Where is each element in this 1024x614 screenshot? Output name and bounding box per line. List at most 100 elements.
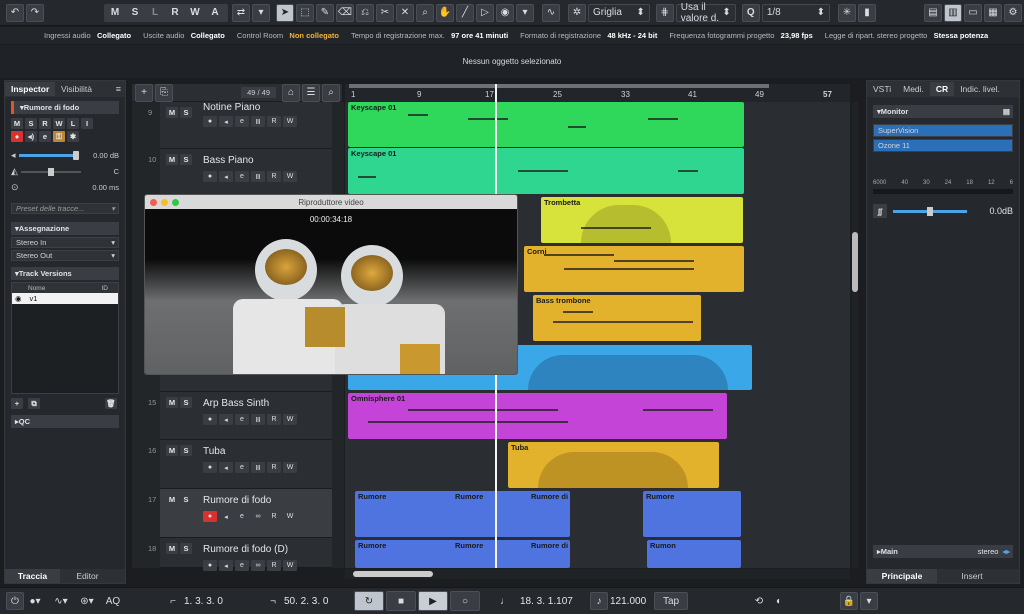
color-tool-icon[interactable]: ◉ [496, 3, 514, 22]
audio-clip[interactable]: Rumore Rumore Rumore di [355, 491, 570, 537]
left-locator-icon[interactable]: ⌐ [164, 592, 182, 610]
audio-clip[interactable]: Rumore Rumore Rumore di [355, 540, 570, 568]
track-row-selected[interactable]: 17 MS Rumore di fodo ● ◂ e ∞ R W [148, 489, 332, 538]
read-button[interactable]: R [267, 414, 281, 425]
lock-icon[interactable]: 🔒 [840, 592, 858, 610]
vertical-scrollbar[interactable] [852, 102, 858, 568]
right-locator-icon[interactable]: ¬ [264, 592, 282, 610]
read-button[interactable]: R [267, 462, 281, 473]
add-track-icon[interactable]: + [135, 83, 153, 102]
quantize-button[interactable]: Q [741, 3, 760, 22]
erase-tool-icon[interactable]: ⌫ [336, 3, 354, 22]
follow-icon[interactable]: ⇄ [232, 3, 250, 22]
r-button[interactable]: R [166, 4, 184, 22]
monitor-icon[interactable]: ◂ [219, 560, 233, 571]
stop-icon[interactable]: ■ [386, 591, 416, 611]
play-icon[interactable]: ▶ [418, 591, 448, 611]
midi-clip[interactable]: Keyscape 01 [348, 148, 744, 194]
link-icon[interactable]: ∞ [251, 560, 265, 571]
track-mute-button[interactable]: M [166, 543, 178, 554]
redo-icon[interactable]: ↷ [26, 3, 44, 22]
record-icon[interactable]: ○ [450, 591, 480, 611]
tab-vsti[interactable]: VSTi [867, 82, 897, 96]
track-name[interactable]: Rumore di fodo [203, 495, 271, 506]
rec-icon[interactable]: ● [203, 560, 217, 571]
snap-icon[interactable]: ✲ [568, 3, 586, 22]
list-icon[interactable]: ☰ [302, 83, 320, 102]
palette-icon[interactable]: ✳ [838, 3, 856, 22]
line-tool-icon[interactable]: ╱ [456, 3, 474, 22]
inspector-lock-button[interactable]: L [67, 118, 79, 129]
tab-visibility[interactable]: Visibilità [55, 82, 98, 96]
monitor-icon[interactable]: ◂ [219, 511, 233, 522]
right-locator[interactable]: 50. 2. 3. 0 [284, 596, 354, 607]
instrument-icon[interactable]: Ⅲ [251, 462, 265, 473]
quantize-mode-select[interactable]: Usa il valore d. ⬍ [675, 2, 736, 24]
audio-clip[interactable]: Rumon [647, 540, 741, 568]
track-preset-icon[interactable]: ⎘ [155, 83, 173, 102]
quantize-mode-icon[interactable]: ⋕ [655, 3, 674, 22]
tab-insert[interactable]: Insert [937, 569, 1007, 583]
track-row[interactable]: 10 MS Bass Piano ● ◂ e Ⅲ R W [148, 149, 332, 196]
edit-icon[interactable]: e [39, 131, 51, 142]
duplicate-version-icon[interactable]: ⧉ [28, 398, 40, 409]
tab-main[interactable]: Principale [867, 569, 937, 583]
read-button[interactable]: R [267, 171, 281, 182]
add-version-icon[interactable]: + [11, 398, 23, 409]
aq-button[interactable]: AQ [104, 592, 122, 610]
rec-icon[interactable]: ● [203, 116, 217, 127]
ruler[interactable]: 1 9 17 25 33 41 49 57 [345, 84, 850, 102]
track-name[interactable]: Bass Piano [203, 155, 254, 166]
track-mute-button[interactable]: M [166, 107, 178, 118]
inspector-write-button[interactable]: W [53, 118, 65, 129]
sync-icon[interactable]: ⟲ [750, 592, 768, 610]
link-icon[interactable]: ∞ [251, 511, 265, 522]
level-slider[interactable] [893, 206, 967, 216]
headphones-icon[interactable]: ◐ [770, 592, 788, 610]
layout-left-icon[interactable]: ▤ [924, 3, 942, 22]
rec-icon[interactable]: ● [203, 462, 217, 473]
inspector-mute-button[interactable]: M [11, 118, 23, 129]
audio-clip[interactable]: Rumore [643, 491, 741, 537]
preset-field[interactable]: Preset delle tracce... ▾ [11, 203, 119, 214]
track-solo-button[interactable]: S [180, 494, 192, 505]
mute-tool-icon[interactable]: ✕ [396, 3, 414, 22]
write-button[interactable]: W [283, 560, 297, 571]
expand-icon[interactable]: ▾ [860, 592, 878, 610]
write-button[interactable]: W [283, 116, 297, 127]
track-mute-button[interactable]: M [166, 397, 178, 408]
versions-section-header[interactable]: ▾ Track Versions [11, 267, 119, 280]
tab-editor[interactable]: Editor [60, 569, 115, 583]
m-button[interactable]: M [106, 4, 124, 22]
pan-slider[interactable] [20, 167, 81, 176]
edit-icon[interactable]: e [235, 116, 249, 127]
curve-icon[interactable]: ∿ [542, 3, 560, 22]
version-row[interactable]: ◉ v1 [12, 293, 118, 304]
tab-media[interactable]: Medi. [897, 82, 930, 96]
write-button[interactable]: W [283, 511, 297, 522]
track-name[interactable]: Rumore di fodo (D) [203, 544, 288, 555]
track-row[interactable]: 16 MS Tuba ● ◂ e Ⅲ R W [148, 440, 332, 489]
a-button[interactable]: A [206, 4, 224, 22]
rec-icon[interactable]: ● [203, 171, 217, 182]
edit-icon[interactable]: e [235, 414, 249, 425]
write-button[interactable]: W [283, 462, 297, 473]
left-locator[interactable]: 1. 3. 3. 0 [184, 596, 252, 607]
w-button[interactable]: W [186, 4, 204, 22]
track-mute-button[interactable]: M [166, 494, 178, 505]
record-enable-icon[interactable]: ● [11, 131, 23, 142]
record-mode-icon[interactable]: ●▾ [26, 592, 44, 610]
rec-icon[interactable]: ● [203, 414, 217, 425]
track-solo-button[interactable]: S [180, 154, 192, 165]
midi-clip[interactable]: Tuba [508, 442, 719, 488]
midi-clip[interactable]: Bass trombone [533, 295, 701, 341]
midi-clip[interactable]: Omnisphere 01 [348, 393, 727, 439]
video-player-window[interactable]: Riproduttore video 00:00:34:18 [144, 194, 518, 375]
punch-icon[interactable]: ∿▾ [52, 592, 70, 610]
color-swatch-icon[interactable]: ▮ [858, 3, 876, 22]
tab-cr[interactable]: CR [929, 82, 955, 96]
tap-button[interactable]: Tap [654, 592, 688, 610]
instrument-icon[interactable]: Ⅲ [251, 116, 265, 127]
main-output-header[interactable]: ▸ Main stereo ◂▸ [873, 545, 1013, 558]
track-solo-button[interactable]: S [180, 107, 192, 118]
